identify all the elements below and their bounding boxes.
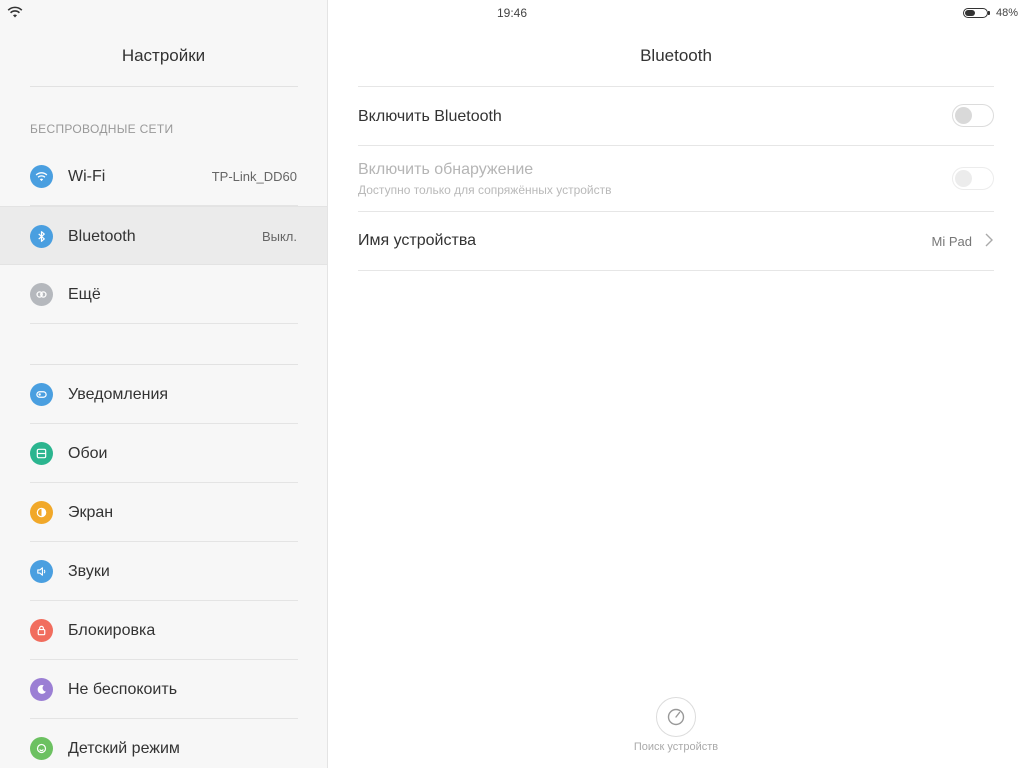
sidebar-item-wallpaper[interactable]: Обои [0,424,327,483]
divider [30,323,298,324]
scan-icon [667,708,685,726]
enable-discovery-label: Включить обнаружение [358,161,534,178]
sidebar-item-lock[interactable]: Блокировка [0,601,327,660]
scan-devices-label: Поиск устройств [633,741,719,753]
sidebar-item-wifi[interactable]: Wi-Fi TP-Link_DD60 [0,147,327,206]
sidebar-item-child-mode[interactable]: Детский режим [0,719,327,778]
lock-icon [30,619,53,642]
sidebar-item-display[interactable]: Экран [0,483,327,542]
battery-icon [963,8,990,18]
divider [30,86,298,87]
divider [358,270,994,271]
toggle-knob [955,107,972,124]
divider [358,211,994,212]
child-mode-icon [30,737,53,760]
chevron-right-icon[interactable] [984,232,994,248]
sidebar-title: Настройки [121,46,206,65]
sidebar-item-more[interactable]: Ещё [0,265,327,324]
display-icon [30,501,53,524]
bluetooth-toggle[interactable] [952,104,994,127]
sidebar-item-label: Уведомления [68,386,169,403]
sidebar-item-label: Обои [68,445,108,462]
wifi-network-name: TP-Link_DD60 [211,169,297,184]
bluetooth-icon [30,225,53,248]
sidebar-item-label: Звуки [68,563,110,580]
notification-icon [30,383,53,406]
sidebar-item-do-not-disturb[interactable]: Не беспокоить [0,660,327,719]
clock: 19:46 [496,6,528,20]
sidebar-item-sounds[interactable]: Звуки [0,542,327,601]
divider [358,145,994,146]
battery-fill [965,10,976,16]
wifi-icon [30,165,53,188]
enable-bluetooth-label: Включить Bluetooth [358,108,502,125]
sidebar-item-bluetooth[interactable]: Bluetooth Выкл. [0,206,327,265]
sidebar-item-label: Блокировка [68,622,156,639]
battery-tip [988,11,990,15]
sidebar-item-label: Экран [68,504,114,521]
sidebar-item-label: Ещё [68,286,101,303]
toggle-knob [955,170,972,187]
bluetooth-status: Выкл. [261,229,297,244]
section-header-wireless: БЕСПРОВОДНЫЕ СЕТИ [30,122,174,136]
bluetooth-settings-panel: Bluetooth Включить Bluetooth Включить об… [328,0,1024,768]
link-icon [30,283,53,306]
device-name-label[interactable]: Имя устройства [358,232,476,250]
discovery-toggle[interactable] [952,167,994,190]
page-title: Bluetooth [640,46,712,65]
sidebar-item-label: Не беспокоить [68,681,178,698]
sidebar-item-label: Wi-Fi [68,168,106,185]
settings-sidebar: Настройки БЕСПРОВОДНЫЕ СЕТИ Wi-Fi TP-Lin… [0,0,328,768]
sidebar-item-label: Bluetooth [68,228,136,245]
scan-devices-button[interactable] [656,697,696,737]
device-name-value[interactable]: Mi Pad [932,234,972,249]
enable-discovery-subtitle: Доступно только для сопряжённых устройст… [358,183,612,197]
status-bar: 19:46 48% [0,0,1024,26]
wallpaper-icon [30,442,53,465]
moon-icon [30,678,53,701]
sound-icon [30,560,53,583]
divider [358,86,994,87]
sidebar-item-label: Детский режим [68,740,180,757]
battery-percent: 48% [995,7,1018,19]
sidebar-item-notifications[interactable]: Уведомления [0,365,327,424]
